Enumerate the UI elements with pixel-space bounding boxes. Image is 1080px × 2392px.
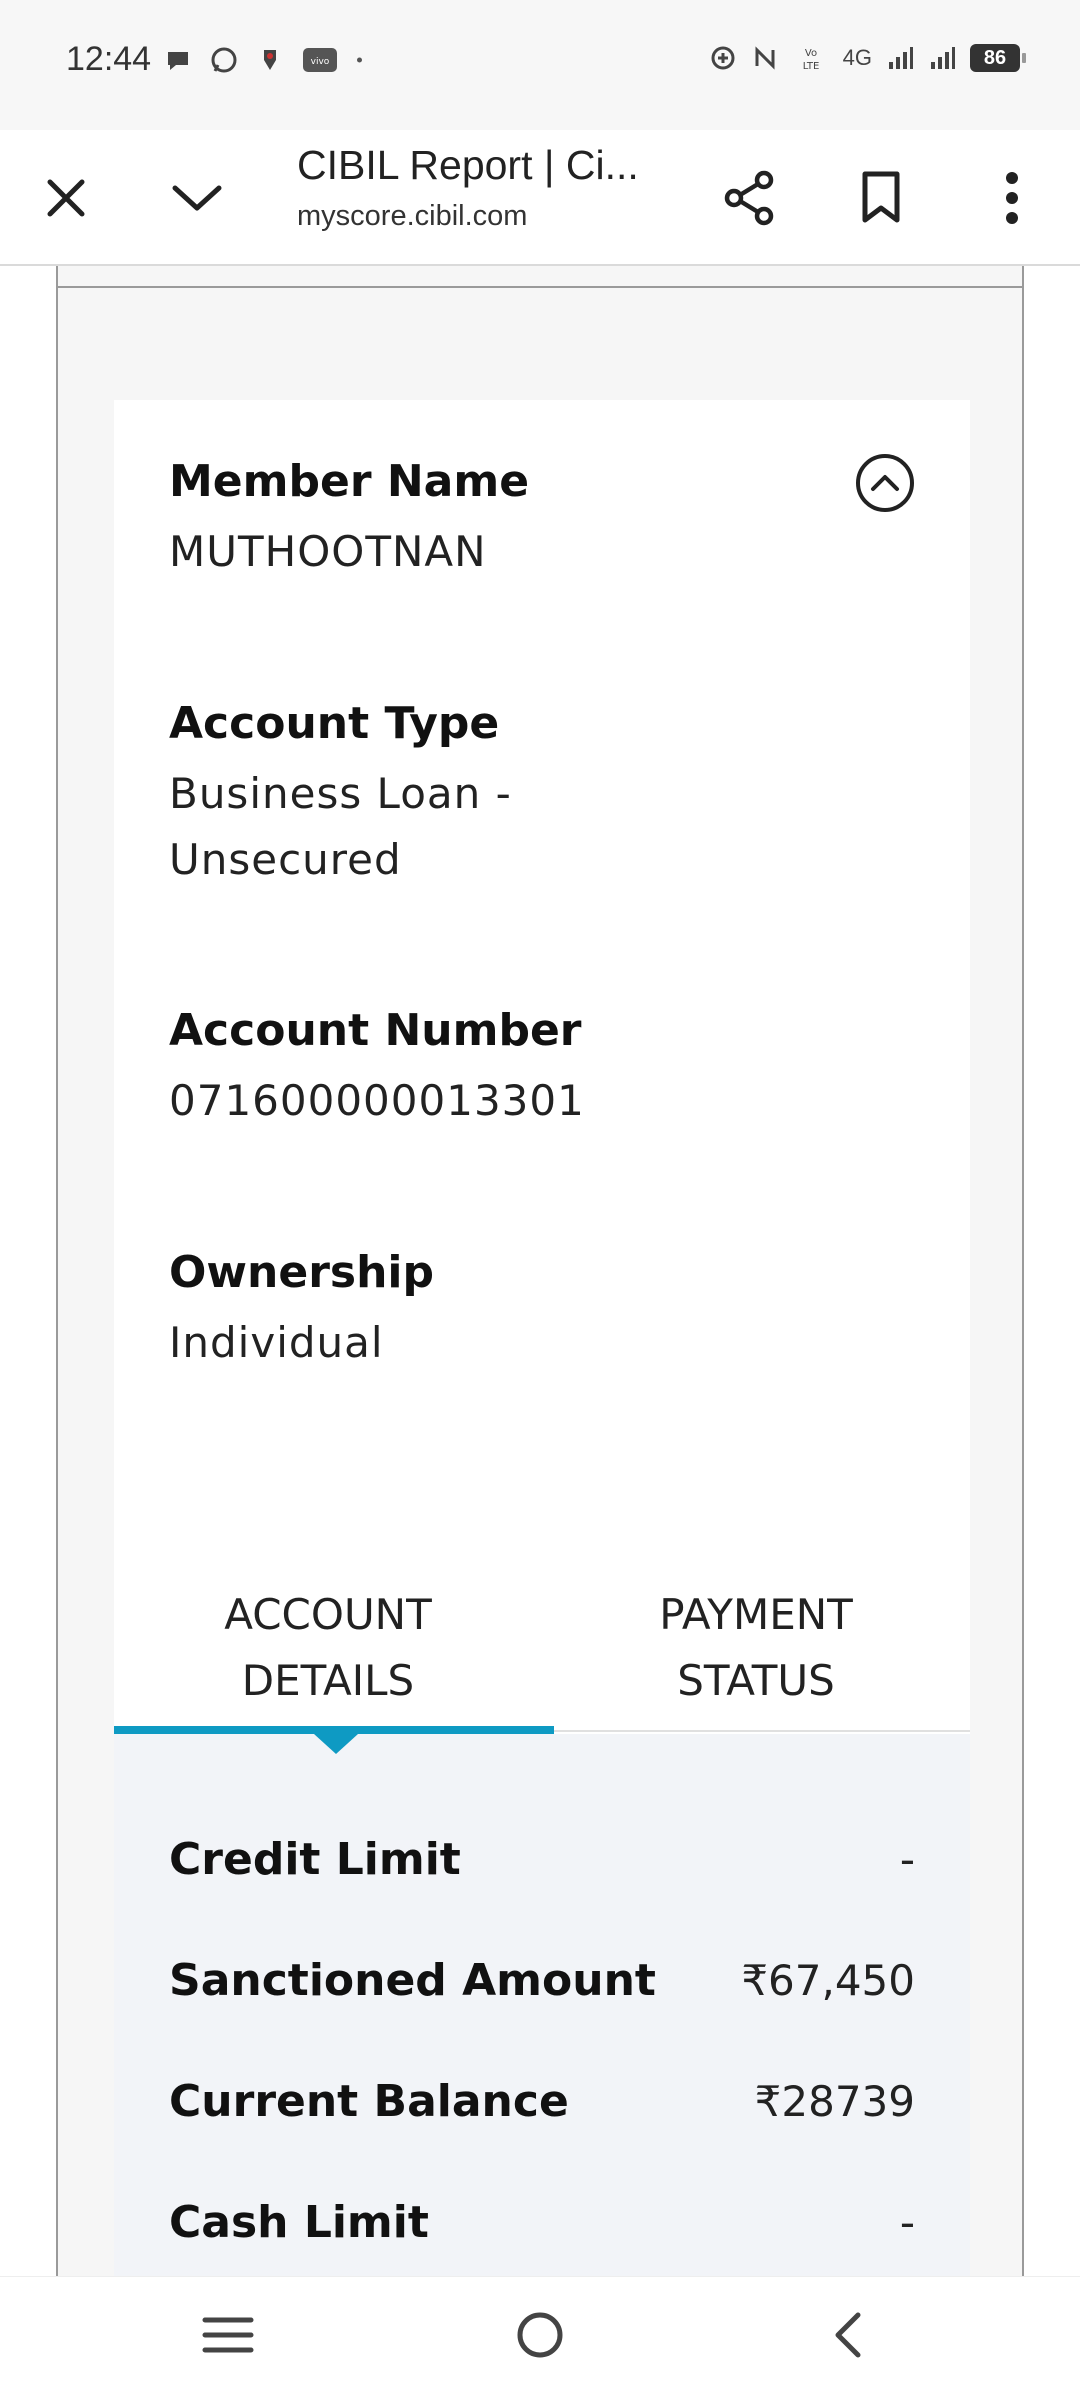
volte-icon: Vo LTE [802, 48, 819, 72]
member-name-label: Member Name [169, 456, 530, 507]
svg-text:vivo: vivo [311, 57, 330, 67]
system-icons: Vo LTE 4G 86 [709, 44, 1026, 72]
back-button[interactable] [808, 2295, 888, 2375]
active-tab-pointer [314, 1734, 358, 1754]
close-icon [47, 179, 85, 217]
chevron-up-icon [871, 475, 899, 491]
chevron-down-icon [172, 185, 222, 211]
account-card: Member Name MUTHOOTNAN Account Type Busi… [114, 400, 970, 2276]
dot-icon [357, 57, 362, 63]
chat-icon [168, 52, 188, 70]
page-url: myscore.cibil.com [297, 200, 528, 232]
home-button[interactable] [500, 2295, 580, 2375]
tab-payment-status[interactable]: PAYMENT STATUS [542, 1560, 970, 1732]
nfc-icon [755, 46, 775, 70]
sanctioned-amount-label: Sanctioned Amount [169, 1954, 656, 2006]
account-number-field: Account Number 071600000013301 [169, 1005, 585, 1134]
ownership-value: Individual [169, 1318, 384, 1367]
credit-limit-label: Credit Limit [169, 1833, 461, 1885]
notification-icons: vivo [164, 46, 370, 74]
ownership-field: Ownership Individual [169, 1247, 434, 1376]
share-icon [724, 170, 774, 226]
data-saver-icon [711, 46, 735, 70]
menu-icon [202, 2317, 254, 2353]
report-section: Member Name MUTHOOTNAN Account Type Busi… [56, 266, 1024, 2276]
account-type-field: Account Type Business Loan - Unsecured [169, 698, 512, 893]
battery-icon: 86 [970, 44, 1026, 72]
cash-limit-label: Cash Limit [169, 2196, 429, 2248]
whatsapp-icon [211, 47, 237, 73]
account-type-label: Account Type [169, 698, 500, 749]
detail-row-current-balance: Current Balance ₹28739 [169, 2066, 915, 2136]
tab-account-details[interactable]: ACCOUNT DETAILS [114, 1560, 542, 1732]
svg-text:Vo: Vo [805, 48, 817, 59]
current-balance-value: ₹28739 [754, 2076, 915, 2126]
bookmark-button[interactable] [841, 158, 921, 238]
bookmark-icon [862, 171, 900, 223]
account-details-panel: Credit Limit - Sanctioned Amount ₹67,450… [114, 1734, 970, 2276]
detail-row-sanctioned-amount: Sanctioned Amount ₹67,450 [169, 1945, 915, 2015]
active-tab-indicator [114, 1726, 554, 1734]
details-tabs: ACCOUNT DETAILS PAYMENT STATUS [114, 1560, 970, 1732]
current-balance-label: Current Balance [169, 2075, 569, 2127]
back-icon [835, 2312, 861, 2358]
network-type: 4G [842, 45, 872, 70]
page-title: CIBIL Report | Ci... [297, 142, 639, 188]
sanctioned-amount-value: ₹67,450 [741, 1955, 915, 2005]
collapse-button[interactable] [856, 454, 914, 512]
more-vertical-icon [1006, 172, 1018, 224]
share-button[interactable] [710, 158, 790, 238]
web-content: Member Name MUTHOOTNAN Account Type Busi… [0, 266, 1080, 2276]
cash-limit-value: - [899, 2197, 915, 2247]
detail-row-credit-limit: Credit Limit - [169, 1824, 915, 1894]
status-time: 12:44 [66, 40, 152, 78]
signal-icon-2 [931, 47, 955, 69]
recents-button[interactable] [188, 2295, 268, 2375]
detail-row-cash-limit: Cash Limit - [169, 2187, 915, 2257]
account-number-label: Account Number [169, 1005, 582, 1056]
status-bar: 12:44 vivo Vo LTE 4G 86 [0, 0, 1080, 130]
more-options-button[interactable] [972, 158, 1052, 238]
minimize-button[interactable] [157, 158, 237, 238]
section-divider [58, 286, 1022, 288]
credit-limit-value: - [899, 1834, 915, 1884]
vivo-icon: vivo [303, 48, 337, 72]
member-name-value: MUTHOOTNAN [169, 527, 487, 576]
account-type-value: Business Loan - Unsecured [169, 769, 512, 884]
svg-text:LTE: LTE [802, 61, 819, 72]
member-name-field: Member Name MUTHOOTNAN [169, 456, 529, 585]
close-button[interactable] [26, 158, 106, 238]
system-nav-bar [0, 2276, 1080, 2392]
home-circle-icon [517, 2312, 563, 2358]
ownership-label: Ownership [169, 1247, 435, 1298]
account-number-value: 071600000013301 [169, 1076, 585, 1125]
signal-icon [889, 47, 913, 69]
app-icon [264, 50, 276, 70]
browser-toolbar: CIBIL Report | Ci... myscore.cibil.com [0, 130, 1080, 266]
